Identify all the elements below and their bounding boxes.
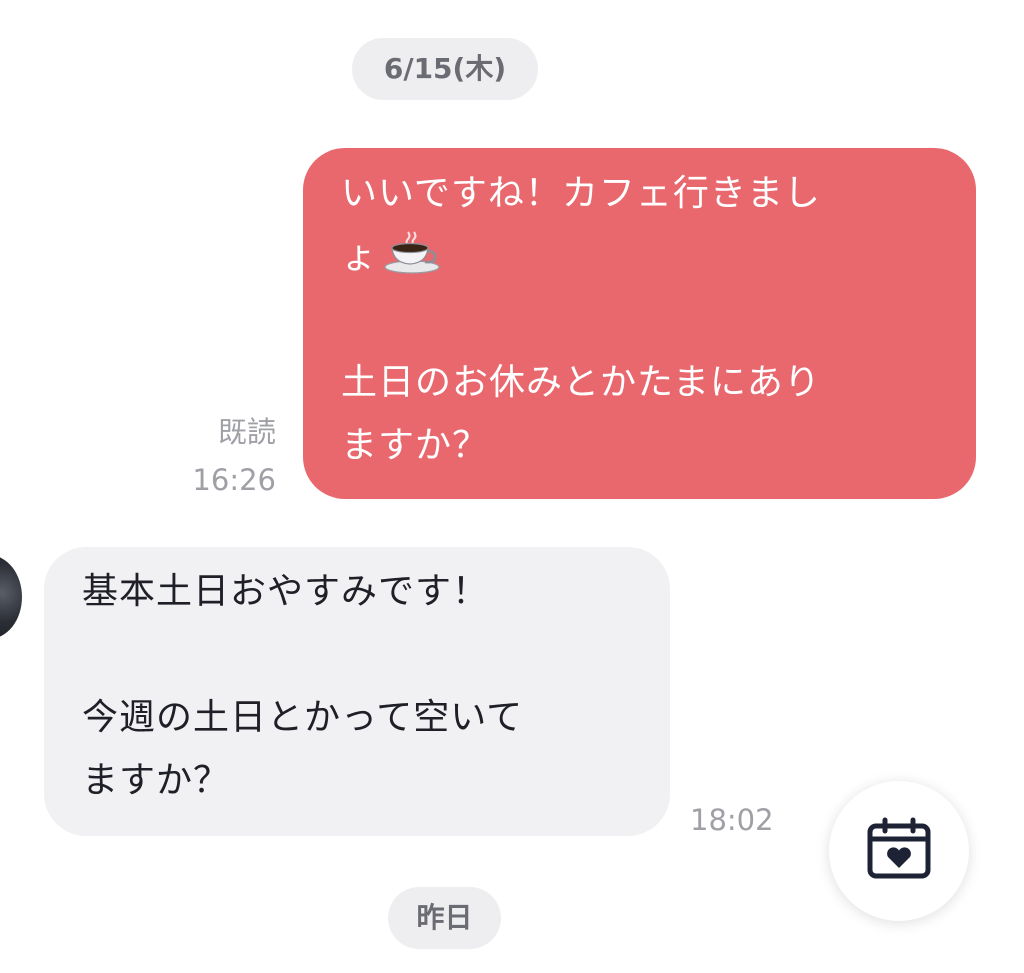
message-line: 今週の土日とかって空いて <box>82 697 524 738</box>
message-line: ょ <box>341 225 946 288</box>
message-line: いいですね！カフェ行きまし <box>341 173 821 214</box>
message-timestamp: 16:26 <box>192 463 276 497</box>
coffee-cup-icon <box>382 230 444 274</box>
message-line <box>82 623 650 686</box>
message-line: 基本土日おやすみです！ <box>82 571 490 612</box>
schedule-date-button[interactable] <box>829 781 969 921</box>
message-line: 土日のお休みとかたまにあり <box>341 362 821 403</box>
read-receipt: 既読 <box>217 415 276 449</box>
sent-message-bubble[interactable]: いいですね！カフェ行きまし ょ 土日のお休みとかたまにあり ますか？ <box>303 148 976 499</box>
avatar[interactable] <box>0 555 22 639</box>
calendar-heart-icon <box>865 817 933 885</box>
chat-screen: 6/15(木) 既読 16:26 いいですね！カフェ行きまし ょ 土日のお休みと… <box>0 0 1024 973</box>
message-line: ますか？ <box>82 760 231 801</box>
received-message-bubble[interactable]: 基本土日おやすみです！ 今週の土日とかって空いて ますか？ <box>44 547 670 836</box>
message-line: ますか？ <box>341 425 490 466</box>
date-separator: 6/15(木) <box>352 38 538 100</box>
message-timestamp: 18:02 <box>690 803 774 837</box>
date-separator: 昨日 <box>388 887 501 949</box>
message-line <box>341 288 946 351</box>
